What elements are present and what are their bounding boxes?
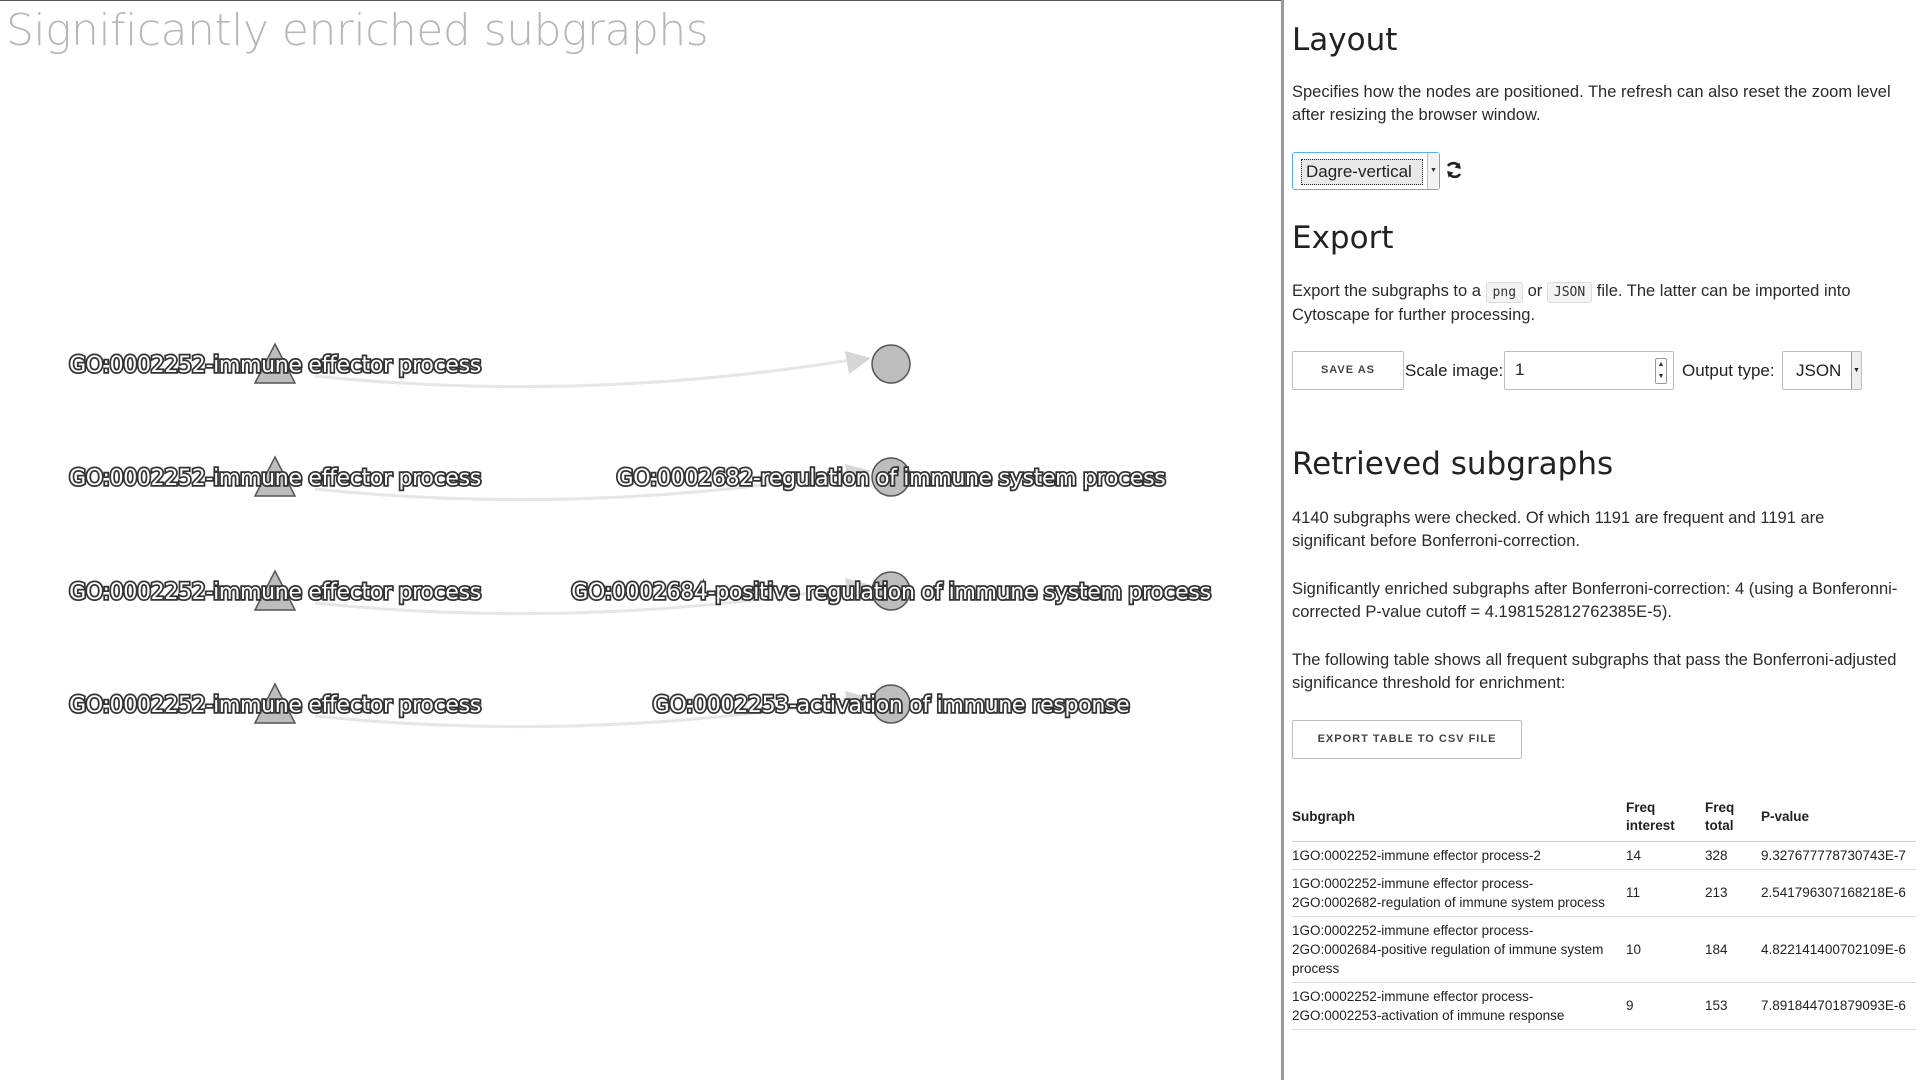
cell-freq-total: 153 <box>1705 982 1761 1030</box>
column-header[interactable]: P-value <box>1761 793 1916 842</box>
chevron-down-icon: ▼ <box>1851 352 1861 389</box>
cell-freq-interest: 10 <box>1626 916 1705 983</box>
edge-arrowhead <box>845 351 871 374</box>
export-heading: Export <box>1292 220 1394 256</box>
export-text-or: or <box>1527 282 1543 300</box>
retrieved-heading: Retrieved subgraphs <box>1292 446 1614 482</box>
layout-select[interactable]: Dagre-vertical ▼ <box>1292 152 1440 190</box>
bonferroni-summary: Significantly enriched subgraphs after B… <box>1292 580 1898 621</box>
cell-subgraph: 1GO:0002252-immune effector process-2GO:… <box>1292 916 1626 983</box>
output-type-select[interactable]: JSON ▼ <box>1782 351 1862 390</box>
cell-subgraph: 1GO:0002252-immune effector process-2GO:… <box>1292 869 1626 917</box>
cell-p-value: 9.327677778730743E-7 <box>1761 841 1916 870</box>
chevron-down-icon: ▼ <box>1427 153 1439 189</box>
source-node-label: GO:0002252-immune effector process <box>69 580 481 605</box>
cell-freq-interest: 11 <box>1626 869 1705 917</box>
cell-freq-total: 328 <box>1705 841 1761 870</box>
export-text-before: Export the subgraphs to a <box>1292 282 1481 300</box>
column-header[interactable]: Freq total <box>1705 793 1761 842</box>
export-csv-button[interactable]: EXPORT TABLE TO CSV FILE <box>1292 720 1522 759</box>
table-row: 1GO:0002252-immune effector process-2GO:… <box>1292 869 1916 917</box>
table-row: 1GO:0002252-immune effector process-2GO:… <box>1292 982 1916 1030</box>
source-node-label: GO:0002252-immune effector process <box>69 353 481 378</box>
cell-subgraph: 1GO:0002252-immune effector process-2GO:… <box>1292 982 1626 1030</box>
side-panel: Layout Specifies how the nodes are posit… <box>1292 0 1920 1080</box>
cell-p-value: 7.891844701879093E-6 <box>1761 982 1916 1030</box>
scale-image-label: Scale image: <box>1405 361 1504 380</box>
table-header-row: Subgraph Freq interest Freq total P-valu… <box>1292 793 1916 842</box>
table-row: 1GO:0002252-immune effector process-2 14… <box>1292 841 1916 870</box>
pane-splitter[interactable] <box>1281 0 1284 1080</box>
source-node-label: GO:0002252-immune effector process <box>69 466 481 491</box>
target-node-label: GO:0002682-regulation of immune system p… <box>617 466 1166 491</box>
cell-freq-interest: 9 <box>1626 982 1705 1030</box>
code-json: JSON <box>1546 282 1593 303</box>
cell-p-value: 4.822141400702109E-6 <box>1761 916 1916 983</box>
cell-freq-total: 184 <box>1705 916 1761 983</box>
source-node-label: GO:0002252-immune effector process <box>69 693 481 718</box>
cell-p-value: 2.541796307168218E-6 <box>1761 869 1916 917</box>
graph-canvas[interactable]: Significantly enriched subgraphs GO:0002… <box>0 0 1281 1080</box>
layout-select-value: Dagre-vertical <box>1301 159 1423 185</box>
cell-freq-total: 213 <box>1705 869 1761 917</box>
results-table: Subgraph Freq interest Freq total P-valu… <box>1292 793 1916 1030</box>
target-node-label: GO:0002253-activation of immune response <box>653 693 1130 718</box>
layout-heading: Layout <box>1292 22 1398 58</box>
output-type-label: Output type: <box>1682 361 1775 380</box>
export-description: Export the subgraphs to a png or JSON fi… <box>1292 280 1902 327</box>
table-intro: The following table shows all frequent s… <box>1292 651 1897 692</box>
column-header[interactable]: Subgraph <box>1292 793 1626 842</box>
layout-description: Specifies how the nodes are positioned. … <box>1292 83 1891 124</box>
target-node[interactable] <box>871 344 911 384</box>
target-node-label: GO:0002684-positive regulation of immune… <box>571 580 1210 605</box>
column-header[interactable]: Freq interest <box>1626 793 1705 842</box>
table-row: 1GO:0002252-immune effector process-2GO:… <box>1292 916 1916 983</box>
output-type-value: JSON <box>1796 361 1842 380</box>
scale-image-value: 1 <box>1515 360 1525 379</box>
code-png: png <box>1485 282 1524 303</box>
spinner-icon[interactable]: ▲ ▼ <box>1655 358 1667 384</box>
cell-freq-interest: 14 <box>1626 841 1705 870</box>
retrieved-summary: 4140 subgraphs were checked. Of which 11… <box>1292 509 1825 550</box>
save-as-button[interactable]: SAVE AS <box>1292 351 1404 390</box>
scale-image-input[interactable]: 1 ▲ ▼ <box>1504 351 1674 390</box>
refresh-icon[interactable] <box>1444 160 1464 180</box>
graph-svg[interactable]: GO:0002252-immune effector process GO:000… <box>0 1 1281 1080</box>
cell-subgraph: 1GO:0002252-immune effector process-2 <box>1292 841 1626 870</box>
